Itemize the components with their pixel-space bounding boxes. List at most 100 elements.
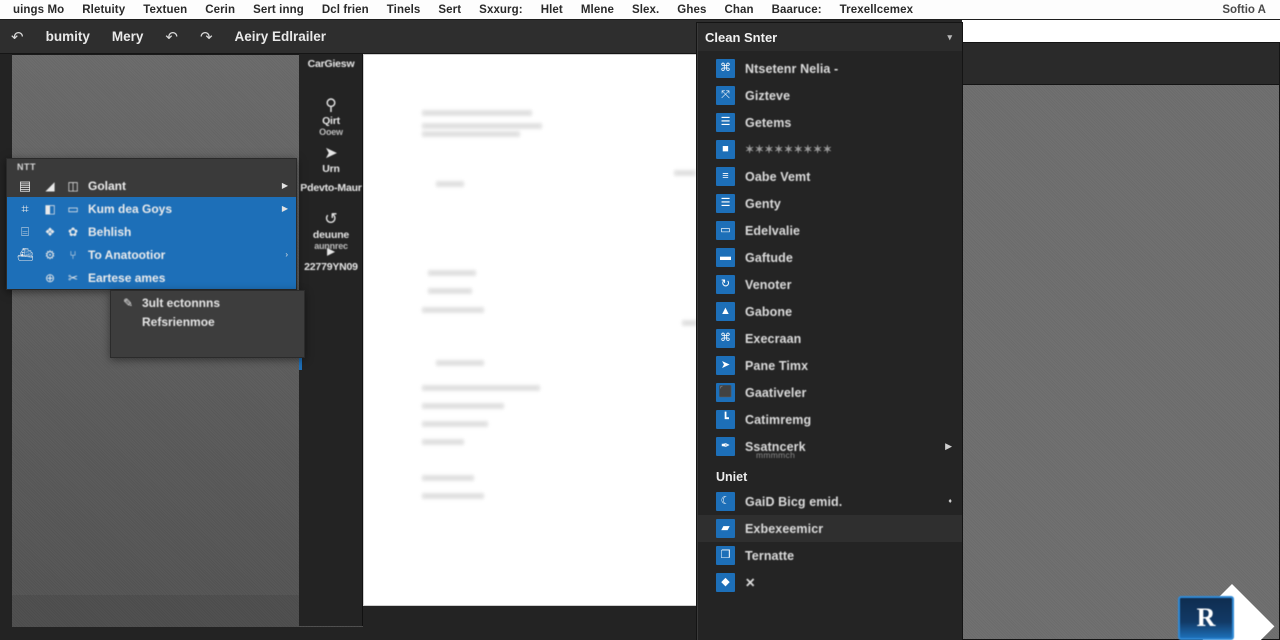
right-panel-title: Clean Snter bbox=[705, 29, 778, 45]
right-panel-item-0-12[interactable]: ⬛ Gaativeler bbox=[698, 379, 962, 406]
rail-item-5-label: 22779YN09 bbox=[304, 261, 358, 273]
os-menu-item-12[interactable]: Ghes bbox=[668, 4, 715, 16]
chevron-down-icon[interactable]: ▾ bbox=[947, 32, 952, 43]
right-panel-item-1-2-label: Ternatte bbox=[745, 548, 795, 563]
os-menu-right-item[interactable]: Softio A bbox=[1222, 4, 1280, 16]
right-panel-item-0-9[interactable]: ▲ Gabone bbox=[698, 298, 962, 325]
right-panel-item-0-10[interactable]: ⌘ Execraan bbox=[698, 325, 962, 352]
right-panel-item-0-13[interactable]: ┗ Catimremg bbox=[698, 406, 962, 433]
os-menu-item-13[interactable]: Chan bbox=[715, 4, 762, 16]
os-menu-item-11[interactable]: Slex. bbox=[623, 4, 668, 16]
submenu-item-0-label: 3ult ectonnns bbox=[142, 295, 221, 310]
right-panel-item-0-3[interactable]: ■ ✶✶✶✶✶✶✶✶✶ bbox=[698, 136, 962, 163]
context-menu-item-0[interactable]: ▤ ◢ ◫ Golant ▶ bbox=[7, 174, 296, 197]
os-menu-item-5[interactable]: Dcl frien bbox=[313, 4, 378, 16]
context-menu-item-0-icon3: ◫ bbox=[67, 178, 79, 193]
context-menu-item-1-icon3: ▭ bbox=[67, 201, 79, 216]
document-text-line bbox=[422, 110, 532, 116]
right-panel-item-0-11[interactable]: ➤ Pane Timx bbox=[698, 352, 962, 379]
rotate-left-icon[interactable]: ↶ bbox=[154, 28, 189, 46]
icon-glyph: ▰ bbox=[721, 522, 730, 534]
submenu-item-1[interactable]: Refsrienmoe bbox=[111, 312, 304, 331]
os-menu-item-3[interactable]: Cerin bbox=[196, 4, 244, 16]
right-panel-item-0-12-icon: ⬛ bbox=[716, 383, 735, 402]
rail-item-5-icon: ▸ bbox=[326, 243, 336, 260]
icon-glyph: ◆ bbox=[721, 576, 730, 588]
right-panel-item-0-6[interactable]: ▭ Edelvalie bbox=[698, 217, 962, 244]
tool-rail: CarGiesw ⚲ Qirt Ooew ➤ Urn Pdevto-Maur ↺ deuune a… bbox=[299, 54, 363, 626]
right-panel-item-0-12-label: Gaativeler bbox=[745, 385, 807, 400]
context-menu-item-2-icon1: ⌸ bbox=[21, 223, 29, 239]
app-logo-badge[interactable]: R bbox=[1178, 596, 1234, 640]
right-panel-item-0-0[interactable]: ⌘ Ntsetenr Nelia - bbox=[698, 55, 962, 82]
toolbar-bumity[interactable]: bumity bbox=[35, 29, 101, 44]
os-menu-item-15[interactable]: Trexellcemex bbox=[831, 4, 922, 16]
context-menu-item-2-icon3: ✿ bbox=[67, 224, 79, 239]
os-menu-item-4[interactable]: Sert inng bbox=[244, 4, 313, 16]
undo-icon[interactable]: ↶ bbox=[0, 28, 35, 46]
right-panel-item-0-2[interactable]: ☰ Getems bbox=[698, 109, 962, 136]
context-menu-item-3[interactable]: ⛴ ⚙ ⑂ To Anatootior › bbox=[7, 243, 296, 266]
context-menu-item-3-icon3: ⑂ bbox=[69, 247, 77, 262]
right-panel-item-0-8-label: Venoter bbox=[745, 277, 792, 292]
rail-item-2-icon: ➤ bbox=[324, 145, 338, 162]
submenu-item-0[interactable]: ✎ 3ult ectonnns bbox=[111, 293, 304, 312]
right-panel-item-0-3-label: ✶✶✶✶✶✶✶✶✶ bbox=[745, 144, 833, 156]
rail-item-0[interactable]: CarGiesw bbox=[299, 58, 363, 70]
document-text-line bbox=[422, 385, 540, 391]
rail-item-5[interactable]: ▸ 22779YN09 bbox=[299, 243, 363, 274]
right-panel-item-0-1-icon: ⤧ bbox=[716, 86, 735, 105]
os-menu-item-8[interactable]: Sxxurg: bbox=[470, 4, 532, 16]
right-panel-item-0-11-label: Pane Timx bbox=[745, 358, 809, 373]
right-panel-item-1-1[interactable]: ▰ Exbexeemicr bbox=[698, 515, 962, 542]
document-text-line bbox=[422, 493, 484, 499]
context-menu-item-4[interactable]: ⊕ ✂ Eartese ames bbox=[7, 266, 296, 289]
rotate-right-icon[interactable]: ↷ bbox=[189, 28, 224, 46]
icon-glyph: ▬ bbox=[720, 251, 731, 263]
os-menu-item-10[interactable]: Mlene bbox=[572, 4, 623, 16]
right-panel-item-0-2-label: Getems bbox=[745, 115, 792, 130]
os-menu-item-6[interactable]: Tinels bbox=[378, 4, 430, 16]
document-text-line bbox=[422, 475, 474, 481]
right-panel-item-1-0[interactable]: ☾ GaiD Bicg emid. ♦ bbox=[698, 488, 962, 515]
toolbar-aeiry-edlrailer[interactable]: Aeiry Edlrailer bbox=[224, 29, 338, 44]
right-panel-item-0-2-icon: ☰ bbox=[716, 113, 735, 132]
chevron-right-icon: ▶ bbox=[281, 204, 288, 213]
icon-glyph: ↻ bbox=[720, 278, 731, 290]
icon-glyph: ■ bbox=[722, 143, 729, 155]
right-panel-item-0-5[interactable]: ☰ Genty bbox=[698, 190, 962, 217]
context-menu-header: NTT bbox=[17, 162, 36, 172]
right-panel-item-0-1[interactable]: ⤧ Gizteve bbox=[698, 82, 962, 109]
icon-glyph: ➤ bbox=[720, 359, 731, 371]
toolbar-mery[interactable]: Mery bbox=[101, 29, 155, 44]
right-panel-item-1-2[interactable]: ❐ Ternatte bbox=[698, 542, 962, 569]
os-menu-item-0[interactable]: uings Mo bbox=[4, 4, 73, 16]
document-pane[interactable] bbox=[363, 54, 697, 606]
os-menu-item-9[interactable]: Hlet bbox=[532, 4, 572, 16]
right-panel-item-0-7[interactable]: ▬ Gaftude bbox=[698, 244, 962, 271]
right-panel-item-0-8[interactable]: ↻ Venoter bbox=[698, 271, 962, 298]
right-panel-item-1-0-label: GaiD Bicg emid. bbox=[745, 494, 843, 509]
rail-item-2[interactable]: ➤ Urn bbox=[299, 145, 363, 176]
context-submenu: ✎ 3ult ectonnns Refsrienmoe bbox=[110, 290, 305, 358]
context-menu-item-3-icon2: ⚙ bbox=[44, 247, 56, 262]
right-panel-item-1-3[interactable]: ◆ ✕ bbox=[698, 569, 962, 596]
rail-item-1[interactable]: ⚲ Qirt Ooew bbox=[299, 97, 363, 138]
right-panel-item-1-0-icon: ☾ bbox=[716, 492, 735, 511]
document-text-line bbox=[422, 439, 464, 445]
os-menu-item-7[interactable]: Sert bbox=[429, 4, 470, 16]
rail-item-3[interactable]: Pdevto-Maur bbox=[299, 182, 363, 194]
context-menu-item-0-label: Golant bbox=[88, 178, 126, 193]
right-panel-titlebar[interactable]: Clean Snter ▾ bbox=[698, 23, 962, 51]
os-menu-item-2[interactable]: Textuen bbox=[134, 4, 196, 16]
right-panel-item-0-14[interactable]: ✒ Ssatncerk ▶ mmmmch bbox=[698, 433, 962, 460]
right-panel-item-0-4[interactable]: ≡ Oabe Vemt bbox=[698, 163, 962, 190]
rail-item-1-icon: ⚲ bbox=[325, 97, 337, 114]
context-menu-item-2[interactable]: ⌸ ❖ ✿ Behlish bbox=[7, 220, 296, 243]
context-menu-item-1[interactable]: ⌗ ◧ ▭ Kum dea Goys ▶ bbox=[7, 197, 296, 220]
context-menu-item-1-icon2: ◧ bbox=[44, 201, 56, 216]
secondary-window-titlebar[interactable] bbox=[963, 43, 1279, 85]
os-menu-item-14[interactable]: Baaruce: bbox=[763, 4, 831, 16]
secondary-window[interactable] bbox=[962, 42, 1280, 640]
os-menu-item-1[interactable]: Rletuity bbox=[73, 4, 134, 16]
